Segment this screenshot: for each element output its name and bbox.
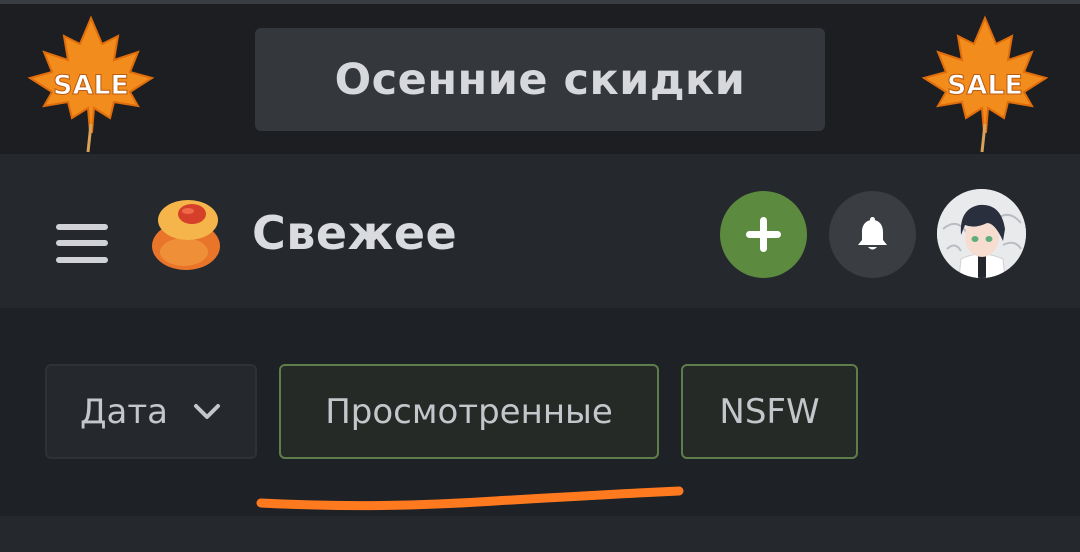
page-title: Свежее (252, 206, 458, 260)
viewed-filter-label: Просмотренные (325, 391, 613, 432)
nsfw-filter-label: NSFW (719, 391, 820, 432)
maple-leaf-sale-icon: SALE (27, 15, 155, 153)
add-post-button[interactable] (720, 191, 807, 278)
svg-text:SALE: SALE (53, 70, 129, 101)
filter-bar: Дата Просмотренные NSFW (0, 308, 1080, 516)
maple-leaf-sale-icon: SALE (921, 15, 1049, 153)
autumn-sale-button[interactable]: Осенние скидки (255, 28, 825, 131)
viewed-filter-chip[interactable]: Просмотренные (279, 364, 659, 459)
notifications-button[interactable] (829, 191, 916, 278)
muffin-logo-icon (152, 200, 220, 270)
svg-text:SALE: SALE (947, 70, 1023, 101)
chevron-down-icon (194, 403, 221, 419)
plus-icon (746, 217, 781, 252)
user-avatar[interactable] (937, 189, 1026, 278)
app-header: Свежее (0, 154, 1080, 308)
date-sort-dropdown[interactable]: Дата (45, 364, 257, 459)
promo-banner: SALE Осенние скидки SALE (0, 4, 1080, 154)
bell-icon (858, 217, 887, 250)
content-divider (0, 516, 1080, 552)
menu-icon[interactable] (56, 220, 108, 266)
orange-underline-annotation (256, 486, 684, 511)
date-sort-label: Дата (79, 391, 169, 432)
nsfw-filter-chip[interactable]: NSFW (681, 364, 858, 459)
